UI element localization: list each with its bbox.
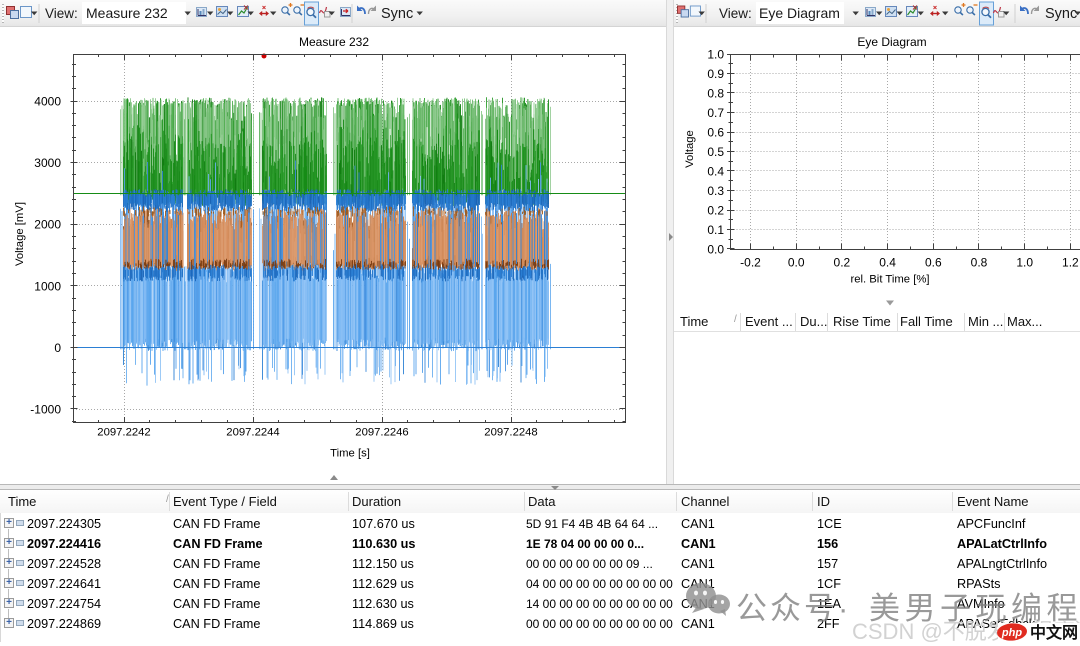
svg-text:0.2: 0.2: [707, 204, 724, 218]
svg-text:0.4: 0.4: [879, 256, 896, 270]
svg-text:php: php: [1001, 627, 1022, 639]
svg-text:Voltage: Voltage: [684, 130, 696, 168]
svg-text:Time [s]: Time [s]: [330, 448, 370, 460]
svg-text:0.0: 0.0: [788, 256, 805, 270]
svg-text:0.1: 0.1: [707, 223, 724, 237]
svg-text:3000: 3000: [34, 156, 61, 170]
svg-text:Measure 232: Measure 232: [299, 35, 369, 49]
svg-text:0.9: 0.9: [707, 67, 724, 81]
svg-text:0.0: 0.0: [707, 243, 724, 257]
svg-text:1000: 1000: [34, 279, 61, 293]
svg-text:0.7: 0.7: [707, 106, 724, 120]
svg-text:0.8: 0.8: [707, 87, 724, 101]
svg-text:中文网: 中文网: [1030, 623, 1078, 642]
svg-text:0: 0: [54, 341, 61, 355]
svg-text:rel. Bit Time [%]: rel. Bit Time [%]: [850, 274, 929, 286]
svg-text:2000: 2000: [34, 218, 61, 232]
svg-text:0.4: 0.4: [707, 165, 724, 179]
svg-text:Eye Diagram: Eye Diagram: [857, 35, 926, 49]
svg-text:0.2: 0.2: [834, 256, 851, 270]
svg-text:1.0: 1.0: [1016, 256, 1033, 270]
svg-text:0.3: 0.3: [707, 184, 724, 198]
svg-text:Voltage [mV]: Voltage [mV]: [14, 202, 26, 266]
svg-text:0.8: 0.8: [971, 256, 988, 270]
svg-text:4000: 4000: [34, 95, 61, 109]
svg-text:1.2: 1.2: [1062, 256, 1079, 270]
svg-text:0.6: 0.6: [707, 126, 724, 140]
svg-text:0.6: 0.6: [925, 256, 942, 270]
svg-text:1.0: 1.0: [707, 48, 724, 62]
svg-text:-1000: -1000: [30, 403, 61, 417]
svg-text:2097.2242: 2097.2242: [97, 427, 150, 439]
svg-text:0.5: 0.5: [707, 145, 724, 159]
svg-text:2097.2246: 2097.2246: [355, 427, 408, 439]
svg-text:2097.2244: 2097.2244: [226, 427, 279, 439]
svg-text:2097.2248: 2097.2248: [484, 427, 537, 439]
svg-text:-0.2: -0.2: [740, 256, 761, 270]
